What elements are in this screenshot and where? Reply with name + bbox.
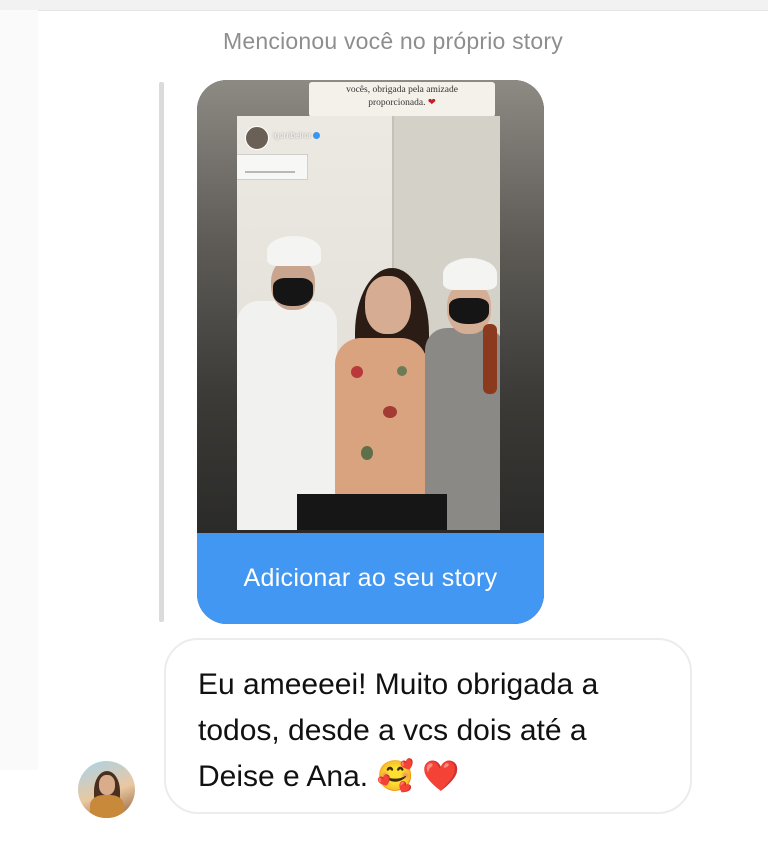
message-text: Eu ameeeei! Muito obrigada a todos, desd… [198,662,668,800]
story-overlay-text: vocês, obrigada pela amizade proporciona… [309,82,495,117]
story-overlay-line-2: proporcionada. [368,98,426,108]
photo-air-conditioner [237,154,308,180]
verified-badge-icon [313,132,321,140]
add-to-story-button[interactable]: Adicionar ao seu story [197,533,544,624]
smiling-face-with-hearts-icon: 🥰 [376,759,414,794]
sender-avatar[interactable] [78,761,135,818]
mention-caption: Mencionou você no próprio story [223,28,563,54]
story-overlay-line-1: vocês, obrigada pela amizade [346,85,458,95]
top-divider [0,0,768,11]
message-line-2: todos, desde a vcs dois até a [198,714,587,747]
reply-quote-bar [159,82,164,622]
story-preview-card[interactable]: vocês, obrigada pela amizade proporciona… [197,80,544,624]
left-margin [0,10,38,770]
red-heart-icon: ❤️ [422,759,460,794]
message-line-3: Deise e Ana. [198,760,369,793]
story-photo: igorribeiror [237,116,500,530]
redacted-area [297,494,447,530]
direct-message-thread: Mencionou você no próprio story vocês, o… [0,0,768,847]
tagged-username: igorribeiror [273,131,321,140]
tagged-user-avatar [245,126,269,150]
message-line-1: Eu ameeeei! Muito obrigada a [198,668,599,701]
heart-icon: ❤ [427,98,436,108]
message-bubble[interactable]: Eu ameeeei! Muito obrigada a todos, desd… [164,638,692,814]
